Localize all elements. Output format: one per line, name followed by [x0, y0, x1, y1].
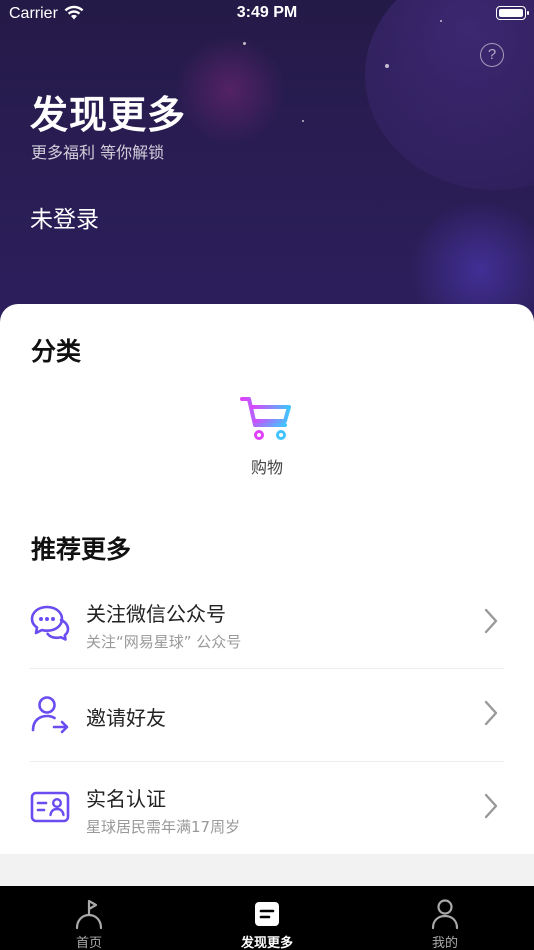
- invite-user-icon: [31, 696, 69, 734]
- shopping-cart-icon: [240, 397, 291, 440]
- real-name-verification-row[interactable]: 实名认证 星球居民需年满17周岁: [30, 761, 504, 853]
- content-bottom-spacer: [0, 854, 534, 886]
- profile-icon: [431, 899, 459, 930]
- page-title: 发现更多: [30, 93, 187, 137]
- header-banner: Carrier 3:49 PM ? 发现更多 更多福利 等你解锁 未登录: [0, 0, 534, 330]
- row-subtitle: 关注“网易星球” 公众号: [86, 633, 242, 651]
- tab-label: 我的: [431, 936, 458, 950]
- clock: 3:49 PM: [236, 4, 298, 21]
- discover-icon: [255, 902, 279, 926]
- row-title: 邀请好友: [86, 706, 166, 730]
- category-label: 购物: [250, 458, 283, 477]
- star-decoration: [302, 120, 304, 122]
- tab-label: 发现更多: [240, 936, 293, 950]
- row-subtitle: 星球居民需年满17周岁: [86, 818, 241, 836]
- tab-discover[interactable]: 发现更多: [178, 886, 356, 950]
- page-subtitle: 更多福利 等你解锁: [31, 143, 165, 162]
- chevron-right-icon: [484, 608, 498, 634]
- battery-icon: [496, 6, 529, 20]
- content-card: 分类 购物 推荐更多 关注微信公众号 关注“网易星球” 公众号 邀请好友 实名认…: [0, 304, 534, 854]
- tab-home[interactable]: 首页: [0, 886, 178, 950]
- login-status[interactable]: 未登录: [30, 200, 99, 234]
- tab-label: 首页: [75, 936, 102, 950]
- row-title: 实名认证: [86, 787, 166, 811]
- help-icon[interactable]: ?: [480, 43, 504, 67]
- planet-decoration: [365, 0, 534, 190]
- follow-wechat-row[interactable]: 关注微信公众号 关注“网易星球” 公众号: [30, 576, 504, 668]
- tab-bar: 首页 发现更多 我的: [0, 886, 534, 950]
- status-bar: Carrier 3:49 PM: [0, 0, 534, 28]
- category-shopping[interactable]: 购物: [227, 394, 307, 478]
- id-card-icon: [30, 791, 70, 823]
- row-title: 关注微信公众号: [86, 602, 226, 626]
- chevron-right-icon: [484, 700, 498, 726]
- recommend-title: 推荐更多: [31, 535, 132, 564]
- invite-friends-row[interactable]: 邀请好友: [30, 668, 504, 760]
- tab-profile[interactable]: 我的: [356, 886, 534, 950]
- categories-title: 分类: [31, 337, 82, 366]
- planet-flag-icon: [75, 899, 103, 930]
- star-decoration: [243, 42, 246, 45]
- chevron-right-icon: [484, 793, 498, 819]
- star-decoration: [385, 64, 389, 68]
- wechat-chat-icon: [30, 605, 70, 641]
